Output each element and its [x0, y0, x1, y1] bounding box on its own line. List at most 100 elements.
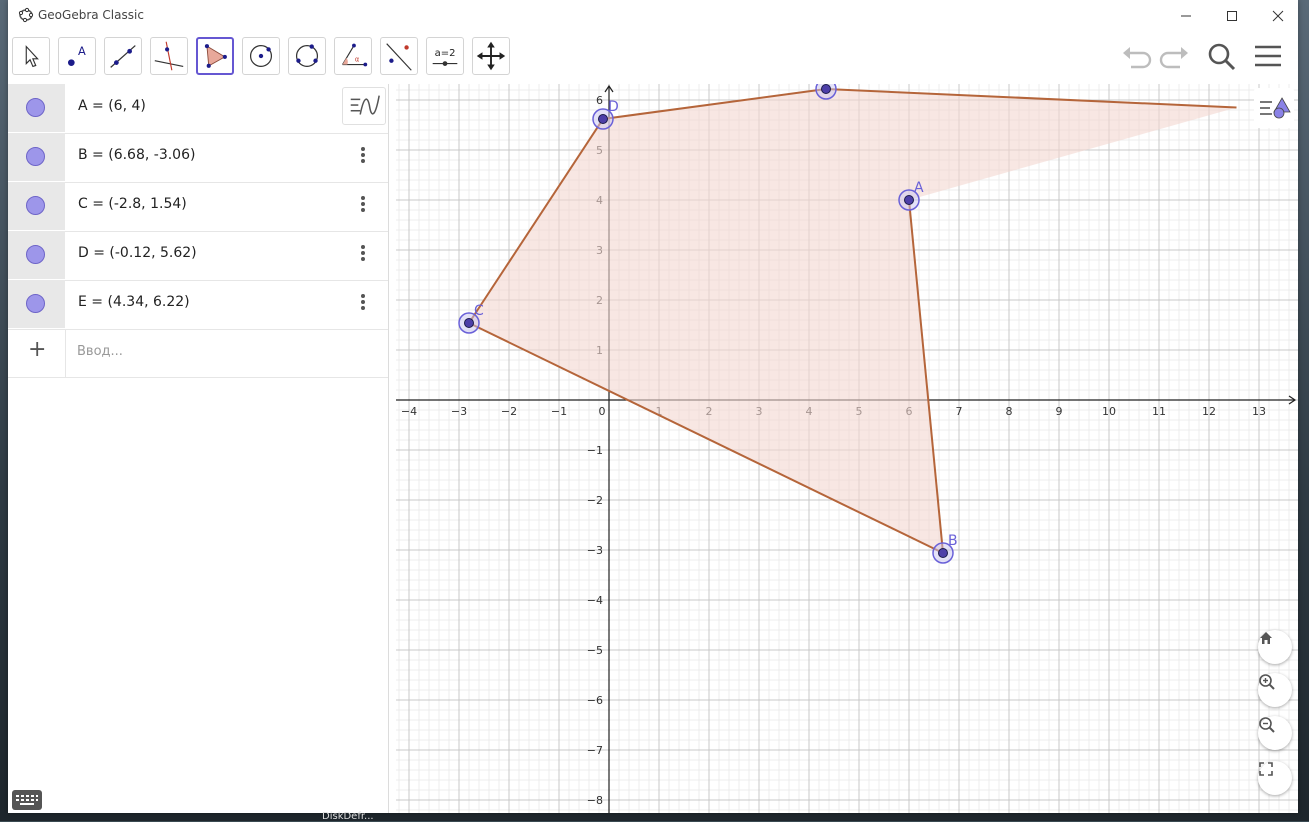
search-icon	[1208, 43, 1236, 71]
y-tick-label: −4	[587, 594, 603, 607]
y-tick-label: −7	[587, 744, 603, 757]
more-options-icon[interactable]	[358, 145, 368, 169]
x-tick-label: 8	[1006, 405, 1013, 418]
visibility-toggle[interactable]	[26, 196, 45, 215]
circle-center-tool-button[interactable]	[242, 37, 280, 75]
x-tick-label: 12	[1202, 405, 1216, 418]
zoom-out-button[interactable]	[1258, 716, 1292, 750]
maximize-button[interactable]	[1209, 0, 1255, 31]
graph-style-icon	[350, 95, 380, 115]
more-options-icon[interactable]	[358, 243, 368, 267]
circle-three-points-icon	[295, 44, 319, 68]
zoom-out-icon	[1259, 717, 1275, 733]
x-tick-label: 13	[1252, 405, 1266, 418]
point-icon: A	[68, 44, 86, 66]
point-a	[904, 195, 914, 205]
menu-icon	[1255, 45, 1281, 67]
menu-button[interactable]	[1251, 41, 1287, 73]
angle-icon: α	[342, 43, 368, 67]
x-tick-label: 11	[1152, 405, 1166, 418]
y-tick-label: −5	[587, 644, 603, 657]
x-tick-label: 0	[599, 405, 606, 418]
y-tick-label: −6	[587, 694, 603, 707]
polygon-tool-button[interactable]	[196, 37, 234, 75]
algebra-item[interactable]: A = (6, 4)	[8, 84, 388, 134]
slider-tool-button[interactable]: a=2	[426, 37, 464, 75]
taskbar-item-label: DiskDefr...	[322, 811, 374, 822]
marble-column	[8, 133, 65, 181]
style-bar-icon	[1260, 97, 1291, 119]
visibility-toggle[interactable]	[26, 147, 45, 166]
algebra-style-bar-toggle[interactable]	[342, 87, 386, 125]
perpendicular-line-tool-button[interactable]	[150, 37, 188, 75]
algebra-expression[interactable]: B = (6.68, -3.06)	[78, 147, 195, 163]
reflect-about-line-icon	[386, 43, 412, 71]
algebra-expression[interactable]: A = (6, 4)	[78, 98, 146, 114]
move-tool-button[interactable]	[12, 37, 50, 75]
visibility-toggle[interactable]	[26, 245, 45, 264]
slider-icon	[432, 61, 458, 66]
point-b	[938, 548, 948, 558]
search-button[interactable]	[1204, 41, 1240, 73]
algebra-item[interactable]: C = (-2.8, 1.54)	[8, 182, 388, 232]
minimize-button[interactable]	[1163, 0, 1209, 31]
y-tick-label: −2	[587, 494, 603, 507]
undo-icon	[1123, 47, 1152, 69]
algebra-input-row[interactable]: + Ввод...	[8, 329, 388, 378]
visibility-toggle[interactable]	[26, 98, 45, 117]
marble-column	[8, 280, 65, 328]
point-d	[598, 114, 608, 124]
point-tool-label: A	[78, 44, 86, 58]
geogebra-window: GeoGebra Classic A α a=2 A = (6, 4) B = …	[8, 0, 1298, 813]
close-icon	[1272, 10, 1284, 21]
algebra-expression[interactable]: D = (-0.12, 5.62)	[78, 245, 197, 261]
redo-button[interactable]	[1156, 41, 1192, 73]
algebra-item[interactable]: E = (4.34, 6.22)	[8, 280, 388, 330]
reflect-tool-button[interactable]	[380, 37, 418, 75]
y-tick-label: 6	[596, 94, 603, 107]
angle-tool-button[interactable]: α	[334, 37, 372, 75]
standard-view-button[interactable]	[1258, 630, 1292, 664]
arrow-cursor-icon	[25, 45, 39, 68]
algebra-item[interactable]: D = (-0.12, 5.62)	[8, 231, 388, 281]
close-button[interactable]	[1255, 0, 1298, 31]
marble-column	[8, 182, 65, 230]
marble-column	[8, 231, 65, 279]
polygon-fill	[469, 89, 1237, 553]
algebra-input-field[interactable]: Ввод...	[77, 344, 123, 359]
title-bar: GeoGebra Classic	[8, 0, 1298, 31]
algebra-view: A = (6, 4) B = (6.68, -3.06) C = (-2.8, …	[8, 84, 389, 813]
y-tick-label: −1	[587, 444, 603, 457]
line-tool-button[interactable]	[104, 37, 142, 75]
coordinate-plane[interactable]: −4−3−2−1012345678910111213654321−1−2−3−4…	[396, 84, 1298, 813]
virtual-keyboard-button[interactable]	[12, 790, 42, 810]
perpendicular-line-icon	[154, 41, 184, 71]
more-options-icon[interactable]	[358, 194, 368, 218]
more-options-icon[interactable]	[358, 292, 368, 316]
graphics-style-bar-toggle[interactable]	[1254, 88, 1294, 128]
move-graphics-view-tool-button[interactable]	[472, 37, 510, 75]
point-tool-button[interactable]: A	[58, 37, 96, 75]
svg-text:α: α	[355, 56, 360, 64]
move-arrows-icon	[476, 41, 506, 71]
algebra-expression[interactable]: E = (4.34, 6.22)	[78, 294, 190, 310]
graphics-view[interactable]: −4−3−2−1012345678910111213654321−1−2−3−4…	[396, 84, 1298, 813]
fullscreen-button[interactable]	[1258, 761, 1292, 795]
maximize-icon	[1227, 10, 1237, 21]
marble-column	[8, 84, 65, 132]
line-icon	[110, 45, 136, 68]
point-label: B	[948, 533, 958, 549]
point-e	[821, 84, 831, 94]
visibility-toggle[interactable]	[26, 294, 45, 313]
point-label: D	[608, 99, 619, 115]
point-c	[464, 318, 474, 328]
algebra-expression[interactable]: C = (-2.8, 1.54)	[78, 196, 187, 212]
undo-button[interactable]	[1119, 41, 1155, 73]
zoom-in-button[interactable]	[1258, 673, 1292, 707]
circle-three-points-tool-button[interactable]	[288, 37, 326, 75]
add-icon[interactable]: +	[28, 337, 46, 362]
zoom-in-icon	[1259, 674, 1275, 690]
y-tick-label: −8	[587, 794, 603, 807]
x-tick-label: 7	[956, 405, 963, 418]
algebra-item[interactable]: B = (6.68, -3.06)	[8, 133, 388, 183]
